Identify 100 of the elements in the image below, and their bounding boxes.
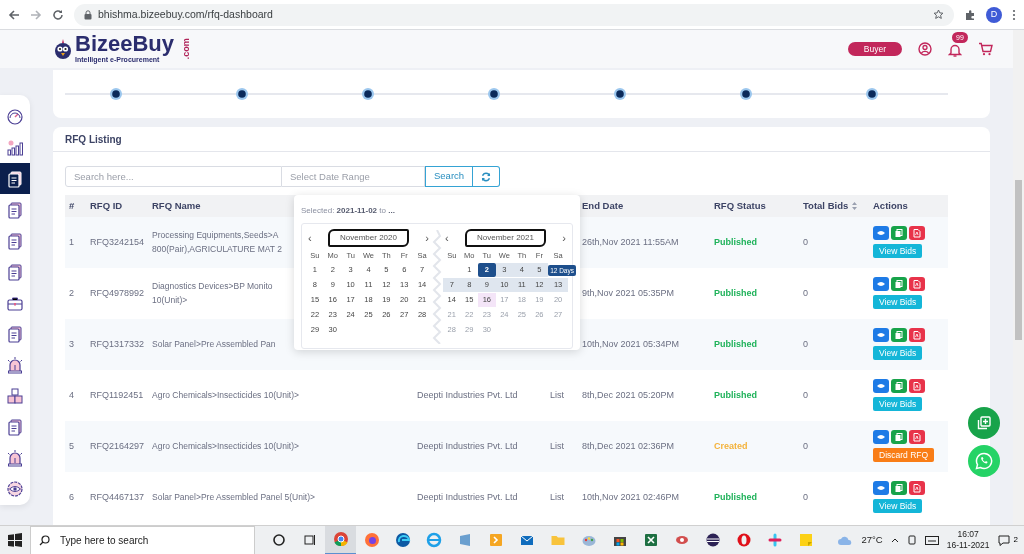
- copy-button[interactable]: [891, 379, 907, 394]
- taskbar-search-field[interactable]: Type here to search: [58, 531, 228, 549]
- opera-icon: [735, 532, 752, 548]
- view-button[interactable]: [873, 328, 889, 343]
- row-number: 1: [69, 236, 74, 247]
- sort-icon[interactable]: [852, 202, 858, 210]
- end-date: 9th,Nov 2021 05:35PM: [582, 287, 675, 298]
- cortana-icon: [270, 532, 287, 548]
- view-button[interactable]: [873, 226, 889, 241]
- bid-count: 0: [803, 389, 808, 400]
- pdf-button[interactable]: [909, 328, 925, 343]
- logo-text: BizeeBuy: [75, 32, 175, 55]
- list-type: List: [550, 491, 564, 502]
- chrome-icon: [332, 531, 349, 547]
- rfq-id: RFQ1317332: [90, 338, 145, 349]
- rfq-id: RFQ4467137: [90, 491, 145, 502]
- pdf-button[interactable]: [909, 277, 925, 292]
- role-button[interactable]: Buyer: [847, 42, 902, 56]
- copy-button[interactable]: [891, 328, 907, 343]
- bid-count: 0: [803, 236, 808, 247]
- rfq-name: Solar Panel>Pre Assembled Panel 5(Unit)>: [152, 491, 315, 502]
- end-date: 26th,Nov 2021 11:55AM: [582, 236, 679, 247]
- profile-avatar[interactable]: D: [986, 6, 1002, 23]
- notification-center-button[interactable]: 2: [997, 534, 1018, 546]
- eye-icon: [876, 228, 886, 238]
- previous-month-button[interactable]: ‹: [306, 232, 314, 244]
- device-icon[interactable]: [906, 535, 917, 545]
- rfq-name: Processing Equipments,Seeds>A 800(Pair),AGRICULATURE MAT 2: [152, 230, 282, 254]
- taskbar-search-box[interactable]: Type here to search: [30, 525, 255, 554]
- eye-icon: [876, 330, 886, 340]
- puzzle-icon[interactable]: [964, 8, 976, 21]
- end-date: 8th,Dec 2021 05:20PM: [582, 389, 675, 400]
- copy-button[interactable]: [891, 277, 907, 292]
- pdf-button[interactable]: [909, 226, 925, 241]
- view-button[interactable]: [873, 430, 889, 445]
- view-button[interactable]: [873, 481, 889, 496]
- lock-icon: [84, 9, 92, 20]
- column-header: #: [69, 199, 75, 211]
- list-type: List: [550, 389, 564, 400]
- reload-icon[interactable]: [52, 8, 64, 21]
- row-number: 3: [69, 338, 74, 349]
- column-header: RFQ Name: [152, 199, 201, 211]
- document-icon: [6, 200, 24, 219]
- star-icon[interactable]: [933, 9, 944, 20]
- pdf-button[interactable]: [909, 481, 925, 496]
- list-type: List: [550, 440, 564, 451]
- row-number: 6: [69, 491, 74, 502]
- status-text: Published: [714, 491, 757, 502]
- month-title: November 2020: [328, 229, 409, 247]
- copy-icon: [894, 228, 904, 238]
- pdf-button[interactable]: [909, 379, 925, 394]
- bell-icon[interactable]: [948, 42, 962, 57]
- ie-icon: [425, 532, 442, 548]
- eye-flower-icon: [6, 480, 24, 499]
- url-text: bhishma.bizeebuy.com/rfq-dashboard: [98, 6, 273, 22]
- copy-button[interactable]: [891, 430, 907, 445]
- previous-month-button[interactable]: ‹: [443, 232, 451, 244]
- rfq-id: RFQ2164297: [90, 440, 145, 451]
- pdf-icon: [912, 279, 922, 289]
- next-month-button[interactable]: ›: [560, 232, 568, 244]
- column-header: RFQ ID: [90, 199, 123, 211]
- copy-button[interactable]: [891, 481, 907, 496]
- boxes-icon: [6, 387, 24, 406]
- view-button[interactable]: [873, 379, 889, 394]
- status-text: Published: [714, 389, 757, 400]
- pdf-button[interactable]: [909, 430, 925, 445]
- date-range-field[interactable]: Select Date Range: [282, 166, 425, 187]
- user-icon[interactable]: [918, 42, 932, 56]
- arrow-tile-icon: [487, 532, 504, 548]
- rfq-id: RFQ3242154: [90, 236, 145, 247]
- bid-count: 0: [803, 338, 808, 349]
- cloud-icon: [837, 534, 854, 546]
- search-field[interactable]: Search here...: [65, 166, 282, 187]
- status-text: Published: [714, 287, 757, 298]
- pdf-icon: [912, 483, 922, 493]
- add-copy-icon: [977, 416, 991, 430]
- scrollbar[interactable]: [1013, 30, 1024, 525]
- bird-logo-icon: [53, 38, 73, 60]
- keyboard-icon[interactable]: [924, 535, 939, 545]
- rfq-name: Agro Chemicals>Insecticides 10(Unit)>: [152, 440, 299, 451]
- sidebar-button[interactable]: [0, 163, 30, 195]
- edge-icon: [394, 532, 411, 548]
- pdf-icon: [912, 228, 922, 238]
- cart-icon[interactable]: [978, 42, 993, 56]
- address-bar[interactable]: bhishma.bizeebuy.com/rfq-dashboard: [74, 3, 954, 26]
- clock-date: 16-11-2021: [946, 540, 990, 551]
- refresh-button[interactable]: [473, 166, 501, 187]
- copy-button[interactable]: [891, 226, 907, 241]
- back-arrow-icon[interactable]: [8, 8, 20, 21]
- caret-up-icon[interactable]: [890, 537, 899, 543]
- end-date: 8th,Dec 2021 02:36PM: [582, 440, 675, 451]
- clock-time: 16:07: [957, 529, 979, 540]
- menu-dots-icon[interactable]: [1012, 8, 1016, 21]
- view-button[interactable]: [873, 277, 889, 292]
- next-month-button[interactable]: ›: [423, 232, 431, 244]
- search-button[interactable]: Search: [425, 166, 474, 187]
- copy-icon: [894, 381, 904, 391]
- add-button[interactable]: [968, 407, 1000, 439]
- gauge-icon: [6, 107, 24, 126]
- status-text: Published: [714, 236, 757, 247]
